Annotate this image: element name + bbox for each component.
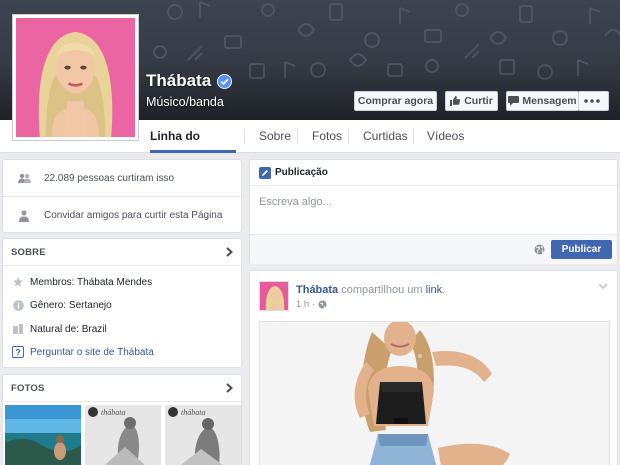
chevron-right-icon — [226, 383, 233, 393]
photos-title: FOTOS — [11, 382, 45, 394]
page-title: Thábata — [146, 71, 233, 91]
ask-website-text: Perguntar o site de Thábata — [30, 346, 154, 358]
post-timestamp[interactable]: 1 h · — [296, 299, 315, 310]
photo-watermark: thábata — [101, 408, 125, 417]
post-author-avatar[interactable] — [259, 281, 289, 311]
post-action-text: compartilhou um — [341, 284, 423, 296]
invite-friends-text: Convidar amigos para curtir esta Página — [44, 210, 223, 221]
page-name-text: Thábata — [146, 71, 212, 90]
photo-watermark: thábata — [181, 408, 205, 417]
members-text: Membros: Thábata Mendes — [30, 276, 153, 288]
globe-icon — [318, 300, 327, 309]
likes-card: 22.089 pessoas curtiram isso Convidar am… — [2, 159, 242, 233]
star-icon — [12, 276, 24, 288]
composer-footer: Publicar — [250, 234, 617, 264]
tab-videos[interactable]: Vídeos — [427, 120, 464, 152]
publish-button[interactable]: Publicar — [551, 240, 612, 259]
post-composer: Publicação Escreva algo... Publicar — [249, 159, 618, 264]
shop-now-button[interactable]: Comprar agora — [354, 91, 437, 111]
hometown-text: Natural de: Brazil — [30, 323, 107, 335]
likes-count-row[interactable]: 22.089 pessoas curtiram isso — [3, 160, 241, 197]
svg-text:?: ? — [15, 347, 21, 357]
about-title: SOBRE — [11, 246, 46, 258]
pencil-icon — [259, 166, 271, 179]
shop-now-label: Comprar agora — [357, 95, 434, 107]
composer-tab-label: Publicação — [275, 167, 328, 178]
post-header: Thábata compartilhou um link. — [296, 284, 446, 296]
message-bubble-icon — [508, 96, 520, 106]
tab-about[interactable]: Sobre — [259, 120, 291, 152]
profile-portrait-image — [16, 18, 135, 137]
hometown-row: Natural de: Brazil — [12, 323, 107, 335]
tab-photos[interactable]: Fotos — [312, 120, 342, 152]
question-mark-icon: ? — [12, 346, 24, 358]
invite-friends-row[interactable]: Convidar amigos para curtir esta Página — [3, 197, 241, 234]
photos-header[interactable]: FOTOS — [3, 375, 241, 402]
building-icon — [12, 323, 24, 335]
people-icon — [17, 171, 31, 185]
like-page-label: Curtir — [464, 95, 493, 107]
chevron-right-icon — [226, 247, 233, 257]
photos-card: FOTOS thábata thábata — [2, 374, 242, 465]
post-link-word[interactable]: link — [426, 284, 443, 296]
message-button[interactable]: Mensagem — [506, 91, 579, 111]
more-options-button[interactable] — [578, 91, 609, 111]
more-dots-icon — [584, 99, 600, 103]
likes-count-text: 22.089 pessoas curtiram isso — [44, 172, 175, 184]
tab-timeline[interactable]: Linha do Tempo — [150, 120, 236, 176]
post-author-name[interactable]: Thábata — [296, 284, 338, 296]
genre-row: Gênero: Sertanejo — [12, 299, 112, 311]
members-row: Membros: Thábata Mendes — [12, 276, 152, 288]
post-shared-image[interactable] — [259, 321, 610, 465]
timeline-post: Thábata compartilhou um link. 1 h · — [249, 270, 618, 465]
about-header[interactable]: SOBRE — [3, 239, 241, 266]
verified-badge-icon — [217, 73, 233, 89]
chevron-down-icon[interactable] — [598, 283, 608, 289]
tab-likes[interactable]: Curtidas — [363, 120, 408, 152]
genre-text: Gênero: Sertanejo — [30, 299, 112, 311]
photo-thumbnail-bw-2[interactable]: thábata — [165, 405, 241, 465]
like-page-button[interactable]: Curtir — [445, 91, 498, 111]
thumbs-up-icon — [450, 96, 461, 106]
page-category: Músico/banda — [146, 95, 224, 109]
info-icon — [12, 299, 24, 311]
profile-picture[interactable] — [12, 14, 139, 141]
composer-publication-tab[interactable]: Publicação — [250, 160, 617, 186]
message-label: Mensagem — [522, 95, 577, 107]
post-meta: 1 h · — [296, 299, 327, 310]
photo-thumbnail-bw-1[interactable]: thábata — [85, 405, 161, 465]
photo-thumbnail-beach[interactable] — [5, 405, 81, 465]
globe-icon[interactable] — [534, 244, 545, 255]
about-card: SOBRE Membros: Thábata Mendes Gênero: Se… — [2, 238, 242, 368]
ask-website-link[interactable]: ? Perguntar o site de Thábata — [12, 346, 154, 358]
composer-text-input[interactable]: Escreva algo... — [259, 196, 332, 208]
invite-user-icon — [17, 209, 31, 223]
